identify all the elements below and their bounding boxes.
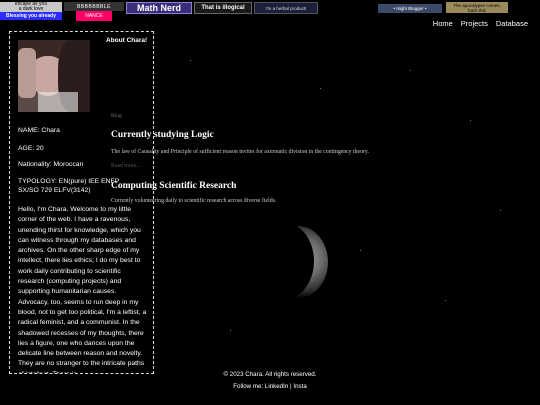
profile-name: NAME: Chara: [18, 127, 60, 134]
banner-blessing[interactable]: Blessing you already: [0, 12, 62, 20]
banner-text: NANCE: [85, 13, 103, 19]
banner-night-blogger[interactable]: • Night Blogger •: [378, 4, 442, 13]
banner-text: That is illogical: [201, 5, 245, 11]
profile-bio: Hello, I'm Chara. Welcome to my little c…: [18, 206, 147, 373]
post-title[interactable]: Computing Scientific Research: [111, 181, 236, 191]
webring-banners: escape as you a dark love BBBBBBBLE Math…: [0, 0, 540, 21]
banner-apocalypse[interactable]: The apocalypse comes, back this: [446, 2, 508, 13]
banner-text: BBBBBBBLE: [77, 3, 111, 10]
footer-follow: Follow me: LinkedIn | Insta: [0, 383, 540, 390]
banner-escape[interactable]: escape as you a dark love: [0, 2, 62, 12]
footer-copyright: © 2023 Chara. All rights reserved.: [223, 371, 317, 378]
nav-database-link[interactable]: Database: [496, 19, 528, 28]
footer-separator: |: [290, 383, 292, 390]
post-title[interactable]: Currently studying Logic: [111, 130, 214, 140]
moon-shadow: [252, 222, 314, 300]
banner-math-nerd[interactable]: Math Nerd: [126, 2, 192, 14]
profile-nationality: Nationality: Moroccan: [18, 161, 84, 168]
insta-link[interactable]: Insta: [293, 383, 306, 390]
banner-herbal[interactable]: I'm a herbal product!: [254, 2, 318, 14]
banner-illogical[interactable]: That is illogical: [194, 2, 252, 14]
top-nav: Home Projects Database: [433, 19, 528, 28]
banner-text: Blessing you already: [5, 13, 57, 19]
banner-bubble[interactable]: BBBBBBBLE: [64, 2, 124, 11]
profile-title: About Chara!: [106, 37, 148, 44]
nav-home-link[interactable]: Home: [433, 19, 453, 28]
nav-projects-link[interactable]: Projects: [461, 19, 488, 28]
profile-age: AGE: 20: [18, 145, 44, 152]
follow-label: Follow me:: [233, 383, 264, 390]
banner-text: • Night Blogger •: [393, 6, 427, 11]
banner-text: back this: [468, 7, 486, 13]
banner-text: I'm a herbal product!: [265, 5, 307, 11]
read-more-link[interactable]: Read more...: [111, 163, 141, 169]
banner-text: Math Nerd: [136, 3, 181, 13]
profile-typology: TYPOLOGY: EN(pure) IEE ENFP: [18, 178, 120, 185]
post-body: Currently volunteering daily to scientif…: [111, 198, 277, 204]
blog-label: Blog: [111, 113, 122, 119]
post-body: The law of Causality and Principle of su…: [111, 149, 369, 155]
avatar: [18, 40, 90, 112]
profile-typology-2: SX/SO 729 ELFV(3142): [18, 187, 91, 194]
banner-nance[interactable]: NANCE: [76, 11, 112, 21]
linkedin-link[interactable]: LinkedIn: [265, 383, 288, 390]
